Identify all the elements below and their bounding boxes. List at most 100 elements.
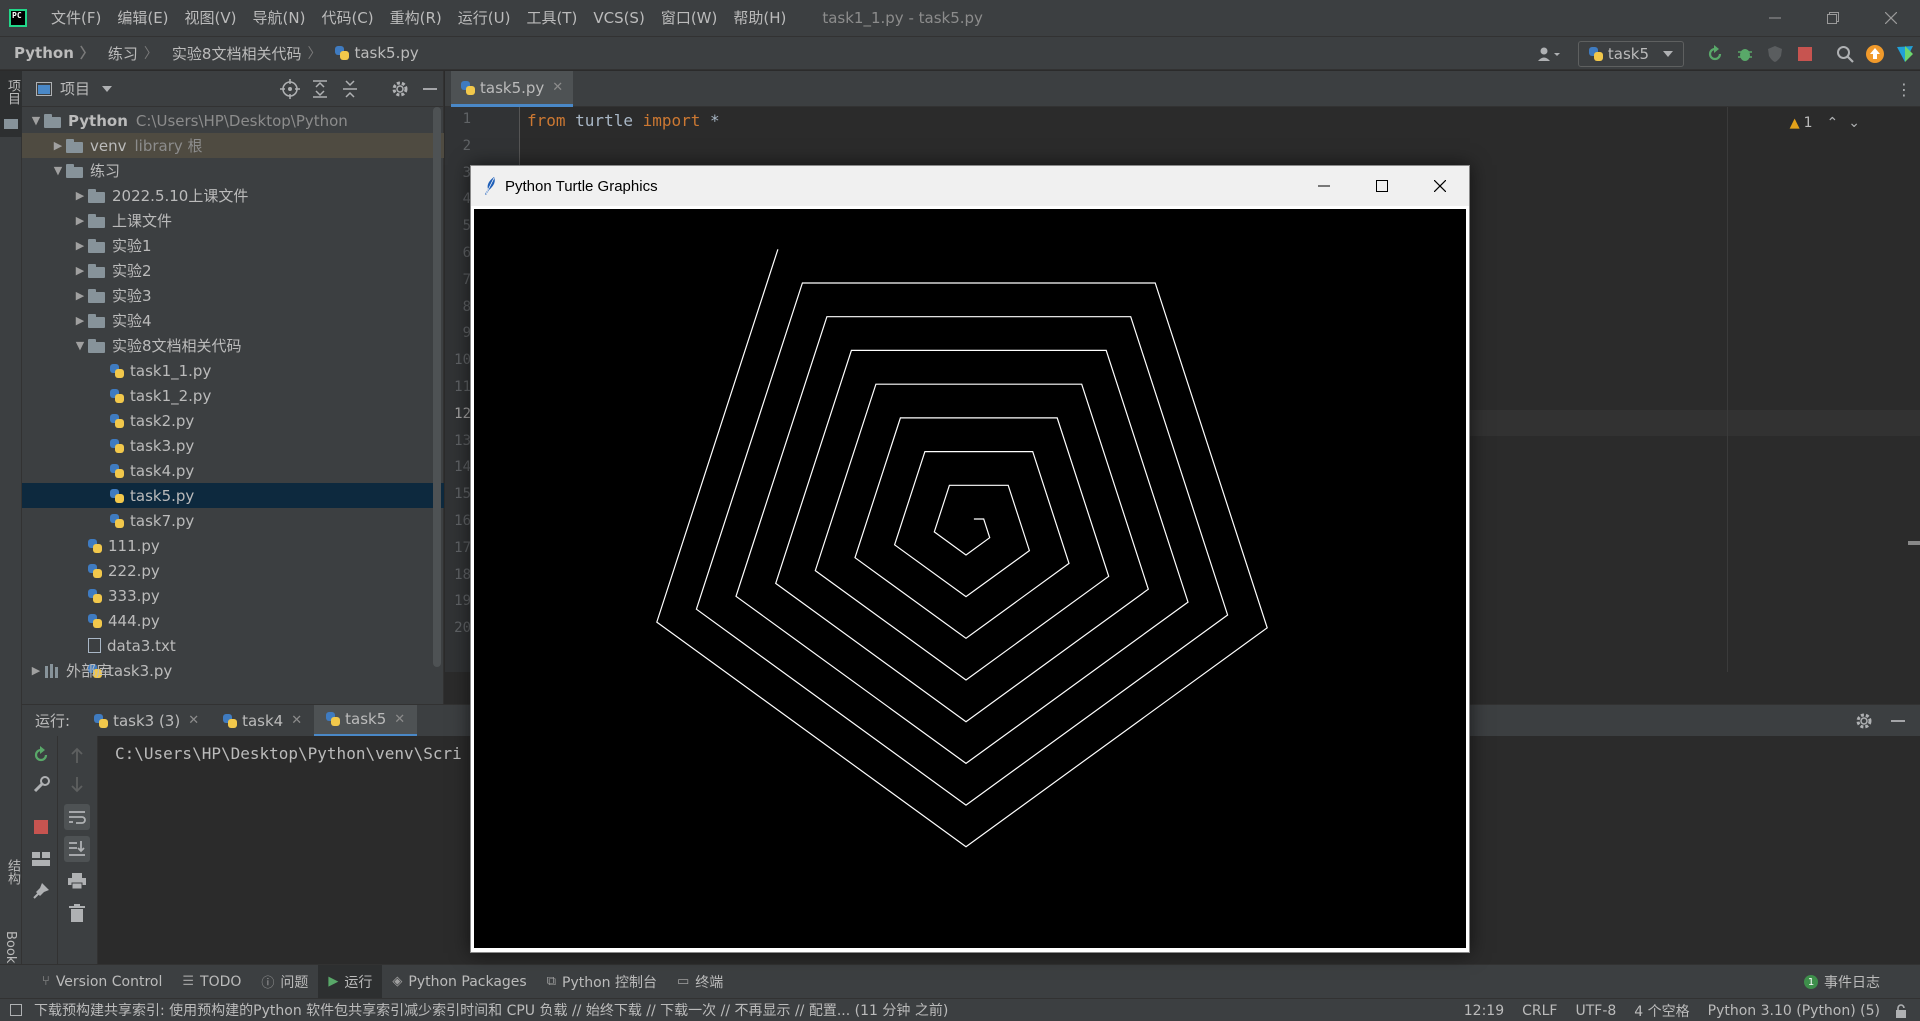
tree-item[interactable]: 444.py [22, 608, 444, 633]
tree-item[interactable]: 111.py [22, 533, 444, 558]
toggle-tool-windows-icon[interactable] [10, 1004, 22, 1016]
stop-run-button[interactable] [28, 814, 54, 840]
run-tab[interactable]: task5 ✕ [314, 704, 418, 737]
bottom-tab[interactable]: ◈ Python Packages [382, 965, 536, 999]
line-separator[interactable]: CRLF [1522, 1003, 1557, 1019]
project-stripe-button[interactable]: 项目 [0, 71, 22, 137]
close-tab-icon[interactable]: ✕ [291, 713, 302, 728]
chevron-down-icon[interactable]: ⌄ [1848, 115, 1860, 131]
file-encoding[interactable]: UTF-8 [1575, 1003, 1616, 1019]
close-tab-icon[interactable]: ✕ [394, 712, 405, 727]
soft-wrap-button[interactable] [64, 804, 90, 830]
print-button[interactable] [64, 868, 90, 894]
scroll-up-button[interactable] [64, 742, 90, 768]
menu-item[interactable]: 帮助(H) [725, 0, 794, 36]
chevron-up-icon[interactable]: ⌃ [1827, 115, 1839, 131]
collapse-all-icon[interactable] [340, 79, 360, 99]
turtle-window-titlebar[interactable]: Python Turtle Graphics [471, 166, 1469, 206]
update-button[interactable] [1860, 39, 1890, 69]
breadcrumb-item[interactable]: task5.py [321, 44, 419, 62]
restore-button[interactable] [1804, 0, 1862, 36]
tree-item[interactable]: task4.py [22, 458, 444, 483]
structure-stripe-button[interactable]: 结构 [0, 851, 22, 911]
menu-item[interactable]: 重构(R) [382, 0, 450, 36]
tree-item[interactable]: task3.py [22, 433, 444, 458]
tree-item[interactable]: data3.txt [22, 633, 444, 658]
breadcrumb-item[interactable]: 练习〉 [94, 43, 158, 64]
menu-item[interactable]: 窗口(W) [653, 0, 726, 36]
tree-item[interactable]: ▼ 实验8文档相关代码 [22, 333, 444, 358]
menu-item[interactable]: 工具(T) [518, 0, 585, 36]
debug-button[interactable] [1730, 39, 1760, 69]
menu-item[interactable]: 编辑(E) [109, 0, 176, 36]
run-tab[interactable]: task3 (3) ✕ [82, 705, 211, 737]
tree-item[interactable]: ▶ 实验1 [22, 233, 444, 258]
gear-icon[interactable] [390, 79, 410, 99]
inspection-widget[interactable]: ▲ 1 ⌃ ⌄ [1790, 115, 1860, 131]
turtle-close-button[interactable] [1411, 166, 1469, 206]
editor-tab-task5[interactable]: task5.py ✕ [451, 71, 574, 107]
hide-panel-icon[interactable] [420, 79, 440, 99]
tree-item[interactable]: ▶ 实验3 [22, 283, 444, 308]
expand-all-icon[interactable] [310, 79, 330, 99]
menu-item[interactable]: 代码(C) [313, 0, 381, 36]
close-tab-icon[interactable]: ✕ [552, 80, 563, 95]
locate-file-icon[interactable] [280, 79, 300, 99]
tree-item[interactable]: ▼ 练习 [22, 158, 444, 183]
plugin-button[interactable] [1890, 39, 1920, 69]
tree-item-external-libs[interactable]: ▶ 外部库 [22, 658, 444, 683]
pin-tab-button[interactable] [28, 878, 54, 904]
bottom-tab[interactable]: ▭ 终端 [667, 965, 733, 999]
menu-item[interactable]: 运行(U) [450, 0, 519, 36]
tree-item[interactable]: 333.py [22, 583, 444, 608]
tree-item-venv[interactable]: ▶ venv library 根 [22, 133, 444, 158]
editor-scroll-marker[interactable] [1908, 541, 1920, 545]
tree-item[interactable]: ▶ 实验4 [22, 308, 444, 333]
menu-item[interactable]: 视图(V) [177, 0, 245, 36]
run-tab[interactable]: task4 ✕ [211, 705, 314, 737]
bottom-tab[interactable]: ⓘ 问题 [251, 965, 318, 999]
python-interpreter[interactable]: Python 3.10 (Python) (5) [1708, 1003, 1880, 1019]
tree-item[interactable]: ▶ 2022.5.10上课文件 [22, 183, 444, 208]
breadcrumb-item[interactable]: Python 〉 [0, 43, 94, 63]
clear-all-button[interactable] [64, 900, 90, 926]
tree-item[interactable]: task1_1.py [22, 358, 444, 383]
project-scrollbar[interactable] [433, 107, 441, 667]
tree-item[interactable]: ▶ 上课文件 [22, 208, 444, 233]
menu-item[interactable]: 文件(F) [43, 0, 109, 36]
scroll-down-button[interactable] [64, 772, 90, 798]
bottom-tab[interactable]: ⧉ Python 控制台 [537, 965, 667, 999]
menu-item[interactable]: 导航(N) [245, 0, 314, 36]
chevron-right-icon[interactable]: ▶ [72, 189, 88, 202]
chevron-right-icon[interactable]: ▶ [72, 314, 88, 327]
turtle-minimize-button[interactable] [1295, 166, 1353, 206]
chevron-down-icon[interactable] [102, 85, 113, 92]
chevron-right-icon[interactable]: ▶ [72, 264, 88, 277]
turtle-maximize-button[interactable] [1353, 166, 1411, 206]
tree-item[interactable]: task5.py [22, 483, 444, 508]
indent-setting[interactable]: 4 个空格 [1634, 1001, 1689, 1021]
tree-item[interactable]: task7.py [22, 508, 444, 533]
stop-button[interactable] [1790, 39, 1820, 69]
breadcrumb-item[interactable]: 实验8文档相关代码〉 [158, 43, 322, 64]
tree-item[interactable]: task1_2.py [22, 383, 444, 408]
bottom-tab[interactable]: ▶ 运行 [318, 964, 383, 999]
turtle-canvas[interactable] [474, 209, 1466, 948]
tree-item[interactable]: ▶ 实验2 [22, 258, 444, 283]
more-tabs-icon[interactable]: ⋮ [1896, 80, 1912, 99]
rerun-button[interactable] [28, 742, 54, 768]
status-message[interactable]: 下载预构建共享索引: 使用预构建的Python 软件包共享索引减少索引时间和 C… [34, 1000, 948, 1020]
bottom-tab[interactable]: ⑂ Version Control [32, 965, 172, 999]
user-icon[interactable] [1534, 39, 1564, 69]
bottom-tab[interactable]: ☰ TODO [172, 965, 251, 999]
hide-panel-icon[interactable] [1888, 711, 1908, 731]
tree-item[interactable]: task2.py [22, 408, 444, 433]
rerun-button[interactable] [1700, 39, 1730, 69]
event-log-button[interactable]: 1 事件日志 [1804, 965, 1880, 999]
coverage-button[interactable] [1760, 39, 1790, 69]
scroll-to-end-button[interactable] [64, 836, 90, 862]
lock-icon[interactable] [1894, 1003, 1908, 1018]
search-button[interactable] [1830, 39, 1860, 69]
chevron-right-icon[interactable]: ▶ [72, 239, 88, 252]
close-window-button[interactable] [1862, 0, 1920, 36]
